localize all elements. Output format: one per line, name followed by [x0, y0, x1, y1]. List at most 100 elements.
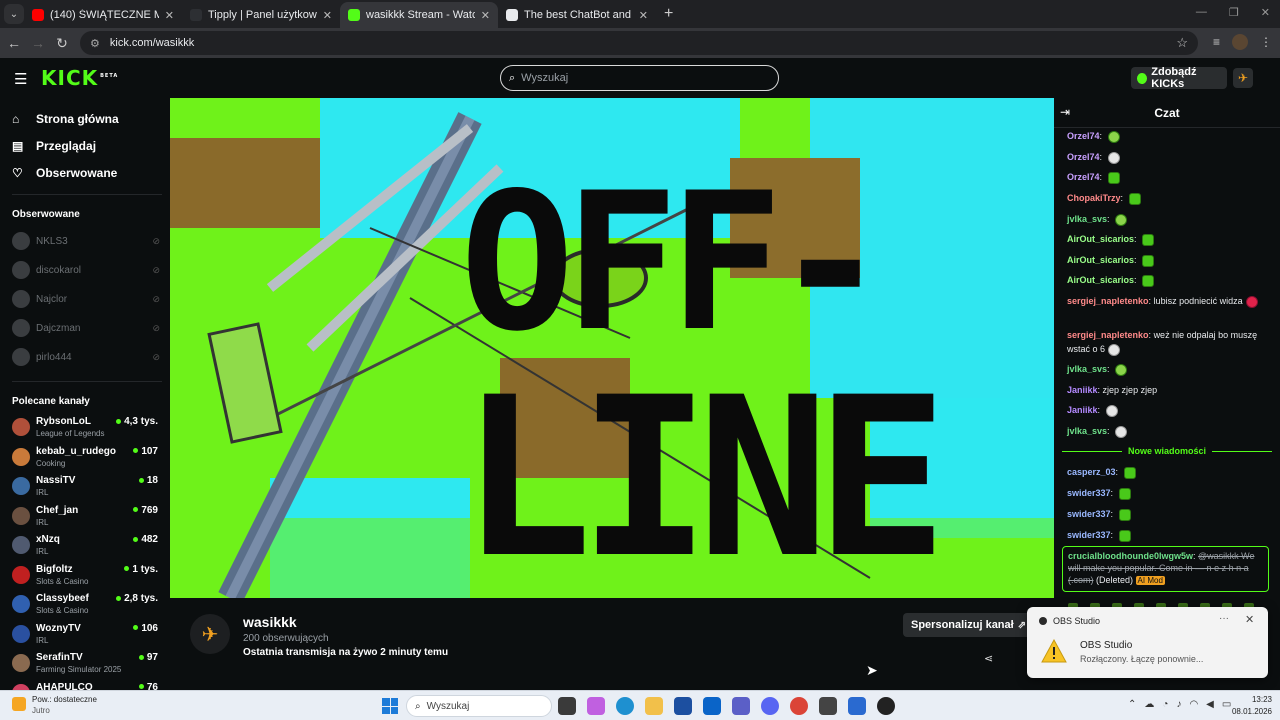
app-icon[interactable] — [819, 697, 837, 715]
chat-username[interactable]: Orzel74 — [1067, 172, 1100, 182]
recommended-channel[interactable]: NassiTV IRL 18 — [12, 473, 162, 501]
chat-username[interactable]: casperz_03 — [1067, 467, 1116, 477]
profile-avatar[interactable] — [1232, 34, 1248, 50]
chrome-icon[interactable] — [790, 697, 808, 715]
weather-widget[interactable]: Pow.: dostateczne Jutro — [12, 694, 97, 716]
tab-search-button[interactable]: ⌄ — [4, 4, 24, 24]
moderated-user[interactable]: crucialbloodhounde0lwgw5w — [1068, 551, 1193, 561]
share-icon[interactable]: ⋖ — [984, 652, 993, 665]
reading-list-icon[interactable]: ≡ — [1213, 35, 1220, 49]
chat-username[interactable]: Janiikk — [1067, 405, 1098, 415]
outlook-icon[interactable] — [703, 697, 721, 715]
wifi-icon[interactable]: ◠ — [1189, 699, 1198, 710]
onedrive-icon[interactable]: ☁ — [1144, 699, 1154, 710]
browser-tab[interactable]: wasikkk Stream - Watch Live on ✕ — [340, 2, 498, 28]
chat-username[interactable]: Janiikk — [1067, 385, 1098, 395]
bookmark-star-icon[interactable]: ☆ — [1176, 35, 1188, 51]
browser-tab[interactable]: Tipply | Panel użytkownika ✕ — [182, 2, 340, 28]
recommended-channel[interactable]: Classybeef Slots & Casino 2,8 tys. — [12, 591, 162, 619]
url-field[interactable]: ⚙ kick.com/wasikkk ☆ — [80, 31, 1198, 55]
network-icon[interactable]: ◔ — [1162, 699, 1168, 710]
site-header: ☰ KICK BETA ⌕ Wyszukaj Zdobądź KICKs ✈ — [0, 58, 1280, 98]
viewer-count-value: 2,8 tys. — [124, 593, 158, 604]
tab-close-icon[interactable]: ✕ — [165, 9, 174, 22]
recommended-channel[interactable]: Bigfoltz Slots & Casino 1 tys. — [12, 562, 162, 590]
reload-icon[interactable]: ↻ — [50, 35, 74, 52]
forward-icon[interactable]: → — [26, 35, 50, 51]
chat-message: casperz_03: — [1067, 465, 1272, 479]
chat-username[interactable]: jvlka_svs — [1067, 426, 1107, 436]
followed-channel[interactable]: Dajczman ⊘ — [12, 318, 162, 338]
channel-name[interactable]: wasikkk — [243, 614, 297, 630]
channel-avatar[interactable]: ✈ — [190, 614, 230, 654]
chat-username[interactable]: swider337 — [1067, 509, 1111, 519]
recommended-channel[interactable]: xNzq IRL 482 — [12, 532, 162, 560]
chat-username[interactable]: swider337 — [1067, 530, 1111, 540]
recommended-channel[interactable]: SerafinTV Farming Simulator 2025 97 — [12, 650, 162, 678]
followed-channel[interactable]: pirlo444 ⊘ — [12, 347, 162, 367]
moderated-message[interactable]: crucialbloodhounde0lwgw5w: @wasikkk We w… — [1062, 546, 1269, 592]
obs-notification[interactable]: OBS Studio ··· ✕ OBS Studio Rozłączony. … — [1027, 607, 1268, 678]
chat-username[interactable]: jvlka_svs — [1067, 214, 1107, 224]
recommended-channel[interactable]: AHAPULCO 76 — [12, 680, 162, 690]
microphone-icon[interactable]: ♪ — [1176, 699, 1181, 710]
task-view-icon[interactable] — [558, 697, 576, 715]
chat-username[interactable]: AirOut_sicarios — [1067, 234, 1134, 244]
get-kicks-button[interactable]: Zdobądź KICKs — [1131, 66, 1227, 90]
tab-close-icon[interactable]: ✕ — [481, 9, 490, 22]
tray-chevron-icon[interactable]: ⌃ — [1128, 699, 1136, 710]
taskbar-search[interactable]: ⌕ Wyszukaj — [406, 695, 552, 717]
chat-username[interactable]: swider337 — [1067, 488, 1111, 498]
chat-username[interactable]: sergiej_napletenko — [1067, 330, 1149, 340]
chat-username[interactable]: sergiej_napletenko — [1067, 296, 1149, 306]
chat-username[interactable]: Orzel74 — [1067, 152, 1100, 162]
edge-icon[interactable] — [616, 697, 634, 715]
app-icon[interactable] — [848, 697, 866, 715]
copilot-icon[interactable] — [587, 697, 605, 715]
sidebar-nav-item[interactable]: ▤ Przeglądaj — [12, 139, 96, 153]
new-tab-button[interactable]: + — [664, 5, 673, 23]
obs-taskbar-icon[interactable] — [877, 697, 895, 715]
close-window-icon[interactable]: ✕ — [1261, 6, 1270, 19]
minimize-icon[interactable]: — — [1196, 6, 1207, 19]
sidebar-nav-item[interactable]: ⌂ Strona główna — [12, 112, 119, 126]
search-input[interactable]: ⌕ Wyszukaj — [500, 65, 779, 91]
volume-icon[interactable]: ◀ — [1206, 699, 1214, 710]
menu-icon[interactable]: ☰ — [14, 70, 27, 88]
followed-channel[interactable]: Najclor ⊘ — [12, 289, 162, 309]
kick-logo[interactable]: KICK BETA — [41, 66, 118, 90]
back-icon[interactable]: ← — [2, 35, 26, 51]
toast-close-icon[interactable]: ✕ — [1245, 613, 1254, 626]
chat-username[interactable]: AirOut_sicarios — [1067, 275, 1134, 285]
recommended-channel[interactable]: RybsonLoL League of Legends 4,3 tys. — [12, 414, 162, 442]
chat-username[interactable]: Orzel74 — [1067, 131, 1100, 141]
sidebar-nav-item[interactable]: ♡ Obserwowane — [12, 166, 117, 180]
recommended-channel[interactable]: kebab_u_rudego Cooking 107 — [12, 444, 162, 472]
tab-close-icon[interactable]: ✕ — [323, 9, 332, 22]
chat-message: AirOut_sicarios: — [1067, 273, 1272, 287]
clock[interactable]: 13:23 08.01.2026 — [1228, 694, 1272, 718]
chat-username[interactable]: AirOut_sicarios — [1067, 255, 1134, 265]
browser-menu-icon[interactable]: ⋮ — [1260, 35, 1272, 49]
maximize-icon[interactable]: ❐ — [1229, 6, 1239, 19]
discord-icon[interactable] — [761, 697, 779, 715]
chat-username[interactable]: ChopakiTrzy — [1067, 193, 1121, 203]
start-button[interactable] — [382, 698, 398, 714]
followed-channel[interactable]: discokarol ⊘ — [12, 260, 162, 280]
browser-tab[interactable]: (140) ŚWIĄTECZNE MINIGAME ✕ — [24, 2, 182, 28]
offline-banner[interactable]: OFF- LINE — [170, 98, 1054, 598]
personalize-channel-button[interactable]: Spersonalizuj kanał ⇗ — [903, 613, 1033, 637]
tab-close-icon[interactable]: ✕ — [639, 9, 648, 22]
toast-more-icon[interactable]: ··· — [1219, 613, 1229, 624]
store-icon[interactable] — [674, 697, 692, 715]
site-info-icon[interactable]: ⚙ — [90, 37, 100, 50]
browser-tab[interactable]: The best ChatBot and Widgets ✕ — [498, 2, 656, 28]
user-avatar[interactable]: ✈ — [1233, 68, 1253, 88]
chat-message: sergiej_napletenko: lubisz podniecić wid… — [1067, 294, 1272, 308]
teams-icon[interactable] — [732, 697, 750, 715]
chat-username[interactable]: jvlka_svs — [1067, 364, 1107, 374]
recommended-channel[interactable]: Chef_jan IRL 769 — [12, 503, 162, 531]
recommended-channel[interactable]: WoznyTV IRL 106 — [12, 621, 162, 649]
followed-channel[interactable]: NKLS3 ⊘ — [12, 231, 162, 251]
file-explorer-icon[interactable] — [645, 697, 663, 715]
